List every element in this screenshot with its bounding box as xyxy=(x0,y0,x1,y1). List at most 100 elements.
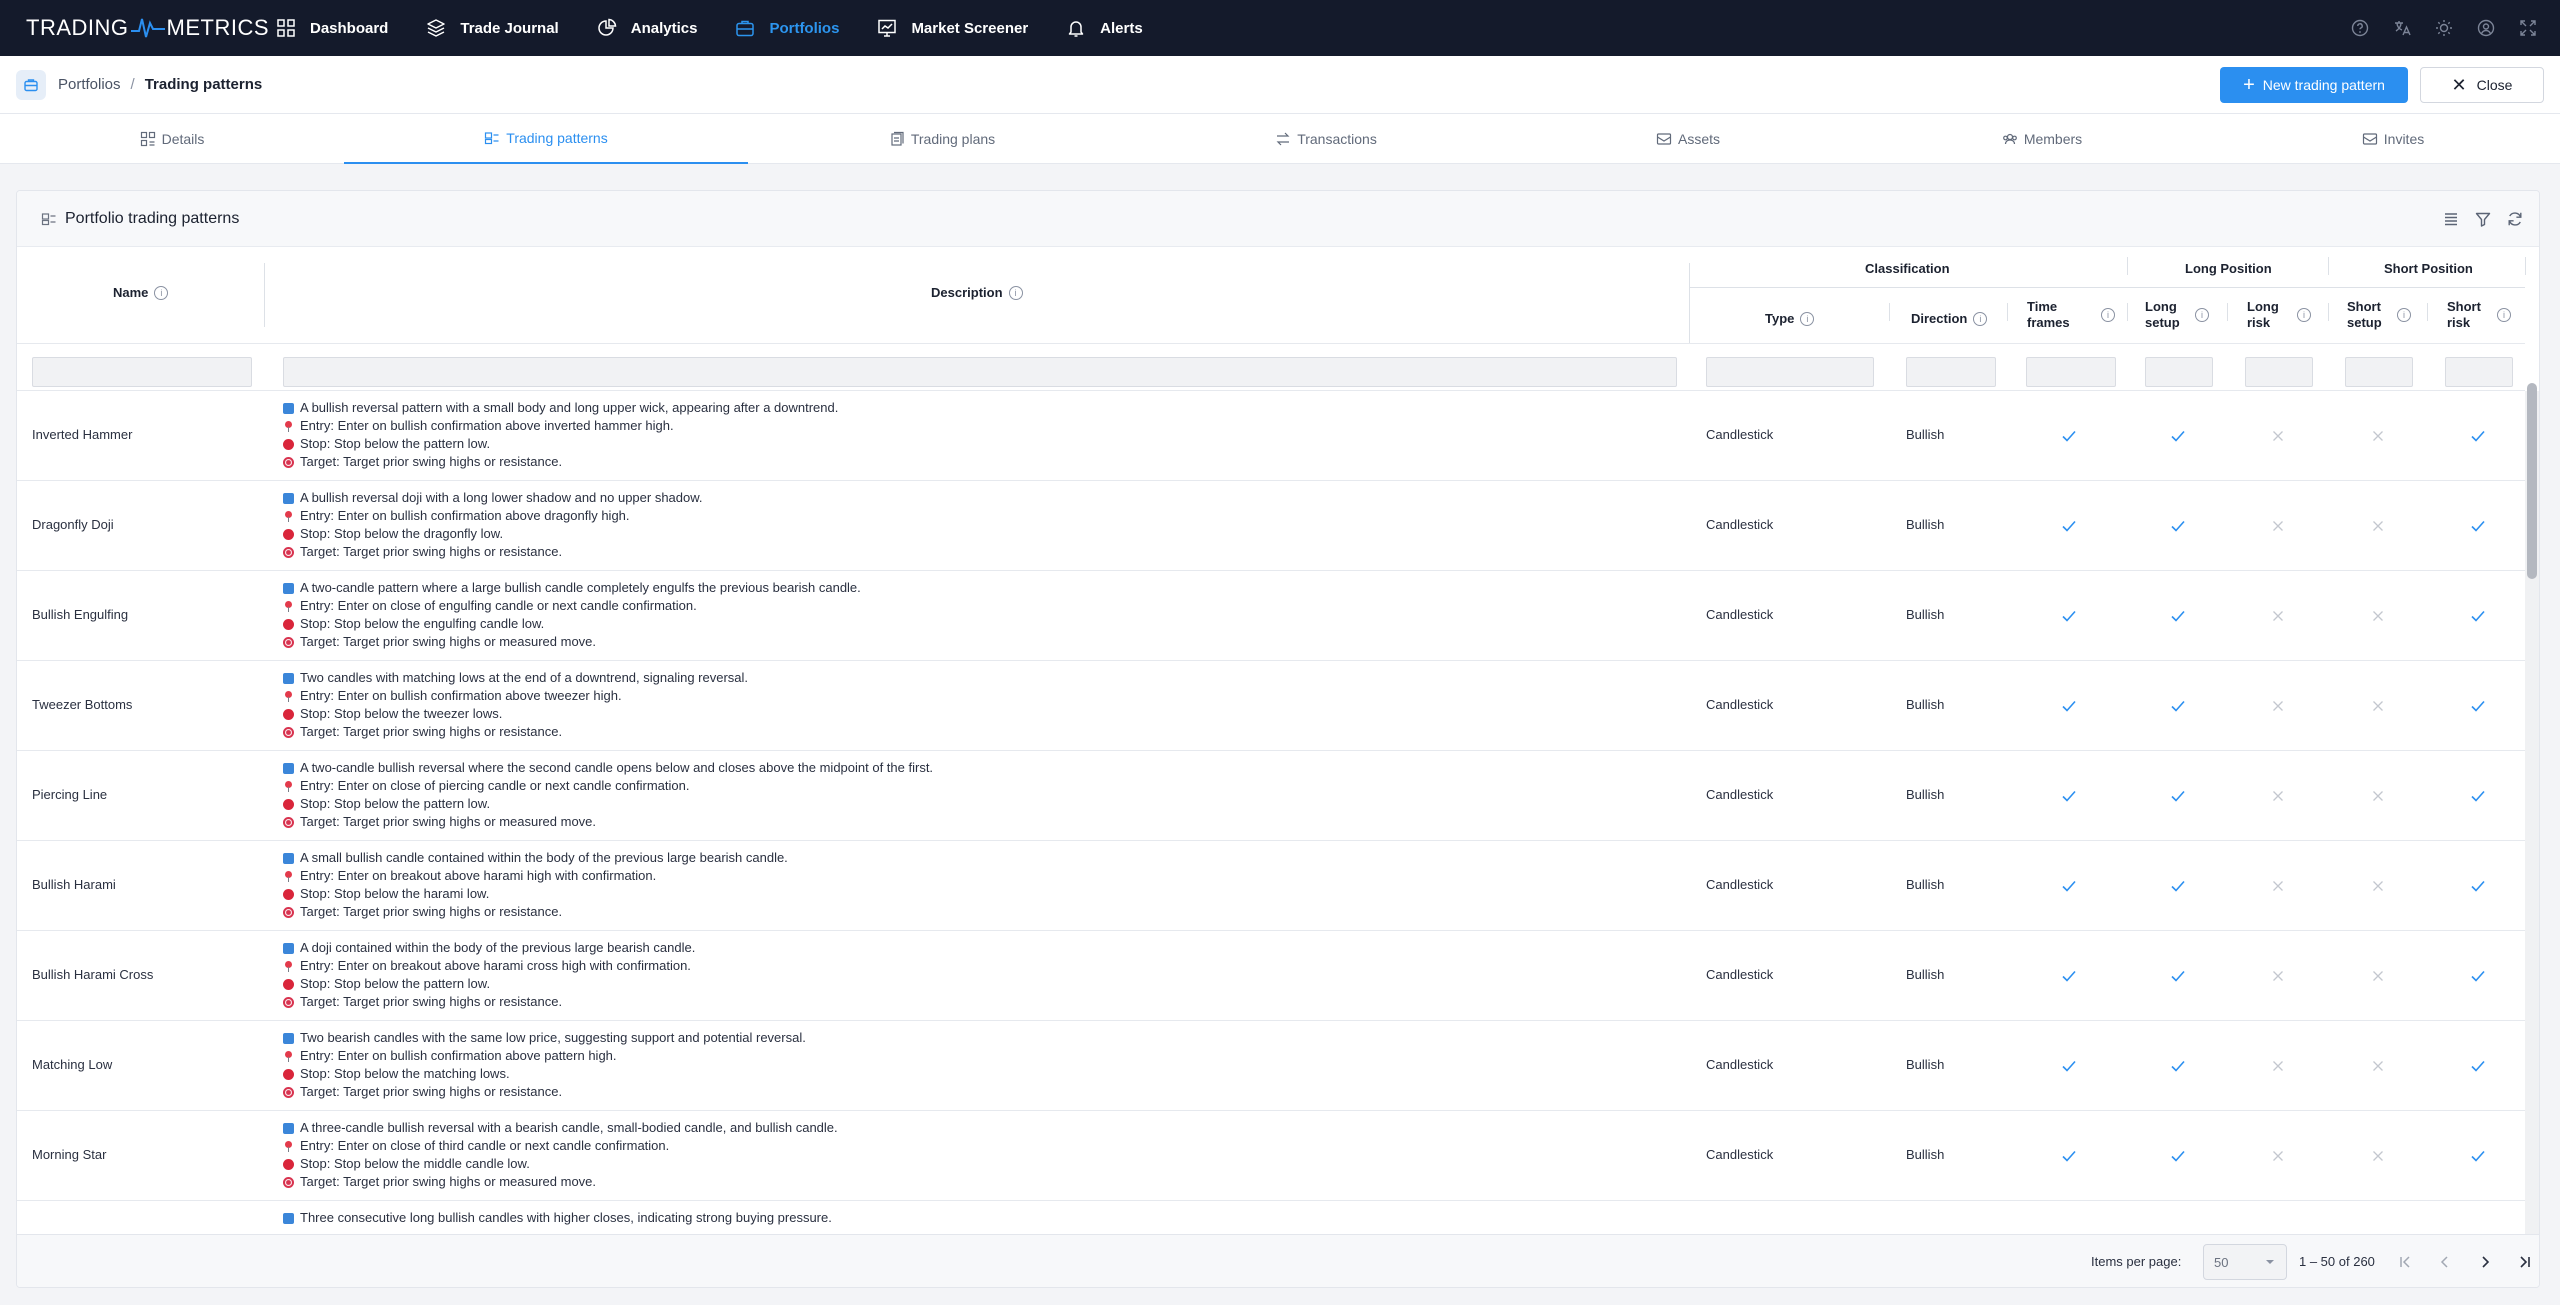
refresh-icon[interactable] xyxy=(2505,209,2525,229)
info-icon[interactable]: i xyxy=(1973,311,1988,326)
tab-transactions[interactable]: Transactions xyxy=(1140,114,1512,164)
column-description[interactable]: Description i xyxy=(931,285,1023,300)
pin-icon xyxy=(283,960,294,972)
column-long-setup[interactable]: Long setup i xyxy=(2145,299,2209,331)
tab-trading-patterns[interactable]: Trading patterns xyxy=(344,114,748,164)
items-per-page-label: Items per page: xyxy=(2091,1254,2182,1269)
pattern-name: Bullish Harami Cross xyxy=(32,967,154,982)
column-long-risk[interactable]: Long risk i xyxy=(2247,299,2311,331)
table-row[interactable]: Bullish Harami A small bullish candle con… xyxy=(17,841,2525,931)
short-risk-filter-input[interactable] xyxy=(2445,357,2513,387)
check-icon-time-frames xyxy=(2062,790,2076,802)
pattern-description: Two candles with matching lows at the en… xyxy=(283,669,1683,741)
long-setup-filter-input[interactable] xyxy=(2145,357,2213,387)
tab-details[interactable]: Details xyxy=(0,114,344,164)
table-row[interactable]: Three consecutive long bullish candles w… xyxy=(17,1201,2525,1234)
description-line: Two bearish candles with the same low pr… xyxy=(300,1030,806,1045)
table-row[interactable]: Dragonfly Doji A bullish reversal doji wi… xyxy=(17,481,2525,571)
nav-portfolios[interactable]: Portfolios xyxy=(735,18,839,38)
account-icon[interactable] xyxy=(2476,18,2496,38)
column-short-setup[interactable]: Short setup i xyxy=(2347,299,2411,331)
cross-icon-short-setup xyxy=(2373,881,2383,891)
breadcrumb-bar: Portfolios / Trading patterns + New tradi… xyxy=(0,56,2560,114)
details-icon xyxy=(140,131,155,147)
info-icon[interactable]: i xyxy=(2195,308,2209,322)
pattern-direction: Bullish xyxy=(1906,787,1945,802)
new-trading-pattern-button[interactable]: + New trading pattern xyxy=(2220,67,2408,103)
column-short-risk[interactable]: Short risk i xyxy=(2447,299,2511,331)
target-icon xyxy=(283,906,294,918)
table-row[interactable]: Matching Low Two bearish candles with the… xyxy=(17,1021,2525,1111)
pattern-name: Dragonfly Doji xyxy=(32,517,114,532)
app-logo[interactable]: TRADING METRICS xyxy=(26,15,276,41)
table-row[interactable]: Tweezer Bottoms Two candles with matching… xyxy=(17,661,2525,751)
direction-filter-input[interactable] xyxy=(1906,357,1996,387)
description-filter-input[interactable] xyxy=(283,357,1677,387)
tab-trading-plans[interactable]: Trading plans xyxy=(748,114,1136,164)
translate-icon[interactable] xyxy=(2392,18,2412,38)
dashboard-icon xyxy=(277,19,295,37)
items-per-page-select[interactable]: 50 xyxy=(2203,1244,2287,1280)
pattern-description: A two-candle pattern where a large bulli… xyxy=(283,579,1683,651)
close-button[interactable]: ✕ Close xyxy=(2420,67,2544,103)
tab-members[interactable]: Members xyxy=(1866,114,2218,164)
nav-trade-journal[interactable]: Trade Journal xyxy=(426,18,559,38)
table-row[interactable]: Piercing Line A two-candle bullish revers… xyxy=(17,751,2525,841)
close-icon: ✕ xyxy=(2451,74,2467,95)
column-type[interactable]: Type i xyxy=(1765,311,1815,326)
table-row[interactable]: Bullish Engulfing A two-candle pattern wh… xyxy=(17,571,2525,661)
description-line: A two-candle pattern where a large bulli… xyxy=(300,580,861,595)
info-icon[interactable]: i xyxy=(2297,308,2311,322)
first-page-icon[interactable] xyxy=(2395,1252,2415,1272)
table-row[interactable]: Inverted Hammer A bullish reversal patter… xyxy=(17,391,2525,481)
breadcrumb-separator: / xyxy=(130,76,135,93)
nav-analytics[interactable]: Analytics xyxy=(597,18,697,38)
column-name[interactable]: Name i xyxy=(113,285,169,300)
filter-icon[interactable] xyxy=(2473,209,2493,229)
pattern-description: A three-candle bullish reversal with a b… xyxy=(283,1119,1683,1191)
cross-icon-short-setup xyxy=(2373,611,2383,621)
breadcrumb-current: Trading patterns xyxy=(144,76,263,93)
columns-icon[interactable] xyxy=(2441,209,2461,229)
table-row[interactable]: Bullish Harami Cross A doji contained wit… xyxy=(17,931,2525,1021)
tab-invites[interactable]: Invites xyxy=(2218,114,2560,164)
scrollbar-thumb[interactable] xyxy=(2527,383,2537,579)
stop-icon xyxy=(283,1158,294,1170)
info-icon[interactable]: i xyxy=(2101,308,2115,322)
pin-icon xyxy=(283,420,294,432)
cross-icon-long-risk xyxy=(2273,1151,2283,1161)
nav-dashboard[interactable]: Dashboard xyxy=(276,18,388,38)
info-icon[interactable]: i xyxy=(1800,311,1815,326)
info-icon[interactable]: i xyxy=(2397,308,2411,322)
column-time-frames[interactable]: Time frames i xyxy=(2027,299,2115,331)
column-direction[interactable]: Direction i xyxy=(1911,311,1988,326)
info-icon xyxy=(283,492,294,504)
pattern-direction: Bullish xyxy=(1906,607,1945,622)
pin-icon xyxy=(283,600,294,612)
help-icon[interactable] xyxy=(2350,18,2370,38)
last-page-icon[interactable] xyxy=(2515,1252,2535,1272)
previous-page-icon[interactable] xyxy=(2435,1252,2455,1272)
nav-alerts[interactable]: Alerts xyxy=(1066,18,1143,38)
short-setup-filter-input[interactable] xyxy=(2345,357,2413,387)
tab-assets[interactable]: Assets xyxy=(1512,114,1864,164)
card-header: Portfolio trading patterns xyxy=(17,191,2539,247)
theme-icon[interactable] xyxy=(2434,18,2454,38)
long-risk-filter-input[interactable] xyxy=(2245,357,2313,387)
table-row[interactable]: Morning Star A three-candle bullish rever… xyxy=(17,1111,2525,1201)
patterns-icon xyxy=(41,212,56,225)
pattern-direction: Bullish xyxy=(1906,1057,1945,1072)
description-line: Entry: Enter on close of third candle or… xyxy=(300,1138,670,1153)
next-page-icon[interactable] xyxy=(2475,1252,2495,1272)
type-filter-input[interactable] xyxy=(1706,357,1874,387)
page-range: 1 – 50 of 260 xyxy=(2299,1254,2375,1269)
info-icon[interactable]: i xyxy=(1008,285,1023,300)
breadcrumb-portfolios[interactable]: Portfolios xyxy=(58,76,121,93)
screener-icon xyxy=(878,19,897,37)
info-icon[interactable]: i xyxy=(154,285,169,300)
nav-market-screener[interactable]: Market Screener xyxy=(877,18,1028,38)
time-frames-filter-input[interactable] xyxy=(2026,357,2116,387)
name-filter-input[interactable] xyxy=(32,357,252,387)
fullscreen-icon[interactable] xyxy=(2518,18,2538,38)
info-icon[interactable]: i xyxy=(2497,308,2511,322)
